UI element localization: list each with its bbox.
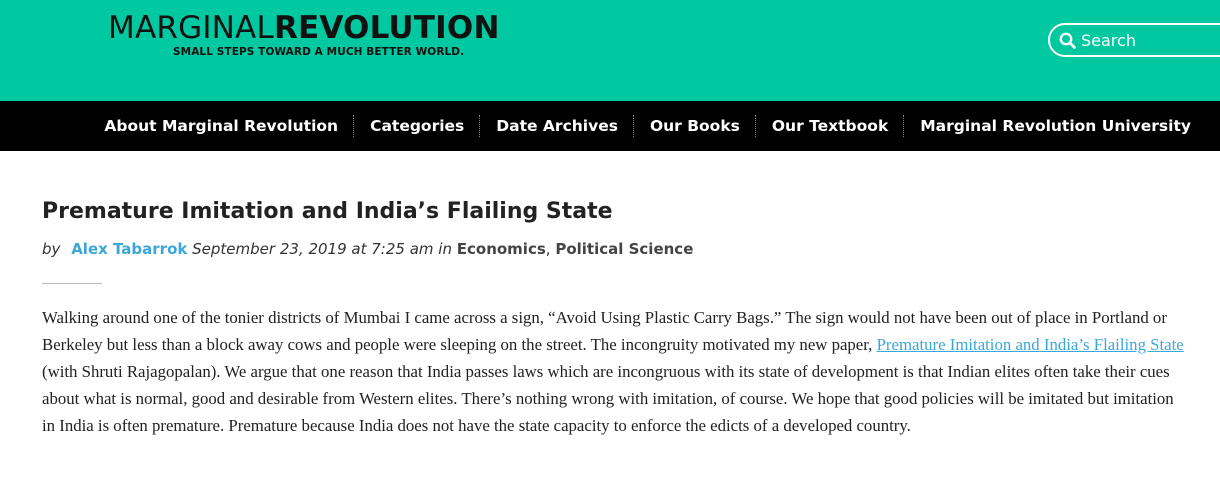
- nav-item-about[interactable]: About Marginal Revolution: [89, 115, 353, 137]
- logo-text-light: MARGINAL: [108, 10, 274, 46]
- site-header: MARGINALREVOLUTION SMALL STEPS TOWARD A …: [0, 0, 1220, 101]
- search-box[interactable]: [1048, 23, 1220, 57]
- byline-divider: [42, 283, 102, 284]
- author-link[interactable]: Alex Tabarrok: [71, 240, 187, 258]
- nav-item-mru[interactable]: Marginal Revolution University: [905, 115, 1206, 137]
- nav-item-our-books[interactable]: Our Books: [635, 115, 755, 137]
- logo-text-bold: REVOLUTION: [273, 10, 500, 46]
- category-separator: ,: [545, 240, 551, 258]
- post-body-text: (with Shruti Rajagopalan). We argue that…: [42, 362, 1174, 435]
- nav-item-our-textbook[interactable]: Our Textbook: [757, 115, 903, 137]
- nav-item-date-archives[interactable]: Date Archives: [481, 115, 633, 137]
- site-logo[interactable]: MARGINALREVOLUTION: [108, 10, 500, 46]
- nav-item-categories[interactable]: Categories: [355, 115, 479, 137]
- byline-by-label: by: [42, 240, 61, 258]
- main-nav: About Marginal Revolution Categories Dat…: [0, 101, 1220, 151]
- post-date: September 23, 2019 at 7:25 am: [192, 240, 434, 258]
- site-tagline: SMALL STEPS TOWARD A MUCH BETTER WORLD.: [173, 46, 465, 58]
- byline-in-label: in: [438, 240, 452, 258]
- post-title[interactable]: Premature Imitation and India’s Flailing…: [42, 199, 613, 224]
- post-byline: by Alex Tabarrok September 23, 2019 at 7…: [42, 240, 693, 258]
- category-link-political-science[interactable]: Political Science: [555, 240, 693, 258]
- search-icon[interactable]: [1059, 32, 1076, 49]
- paper-link[interactable]: Premature Imitation and India’s Flailing…: [877, 335, 1184, 354]
- search-input[interactable]: [1081, 29, 1220, 51]
- category-link-economics[interactable]: Economics: [457, 240, 546, 258]
- post-body: Walking around one of the tonier distric…: [42, 304, 1188, 439]
